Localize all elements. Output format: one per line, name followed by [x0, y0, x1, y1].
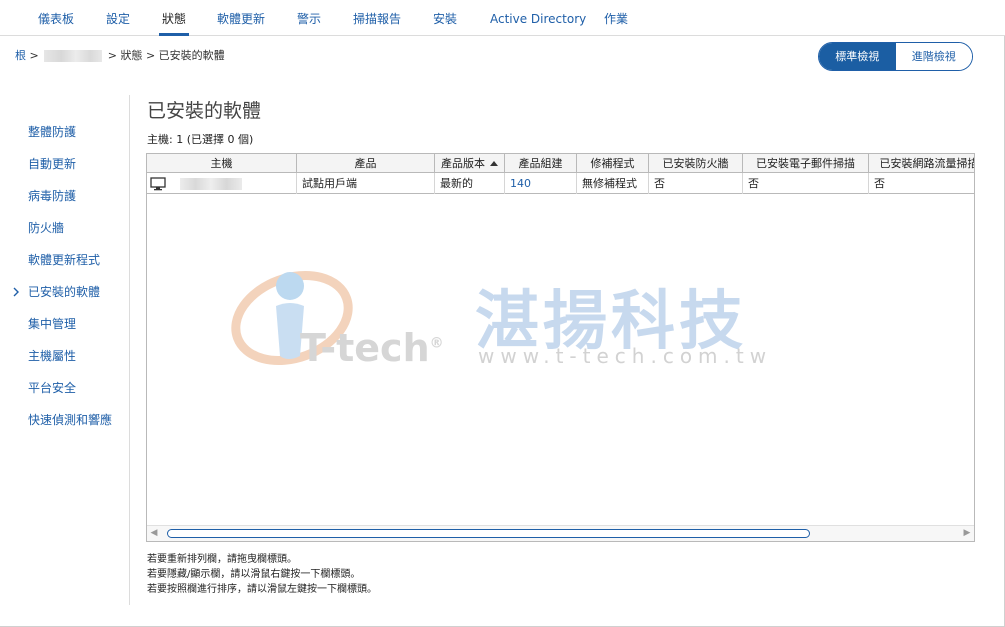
tab-status[interactable]: 狀態 [158, 0, 190, 36]
host-count-label: 主機: 1 (已選擇 0 個) [147, 133, 254, 146]
top-navigation: 儀表板 設定 狀態 軟體更新 警示 掃描報告 安裝 Active Directo… [0, 0, 1005, 36]
cell-traffic-scan: 否 [874, 177, 885, 190]
scroll-left-icon[interactable]: ◀ [147, 526, 161, 541]
cell-host [147, 173, 297, 194]
column-header-patch[interactable]: 修補程式 [577, 154, 649, 173]
table-row[interactable]: 試點用戶端 最新的 140 無修補程式 否 否 否 [147, 173, 974, 194]
sidebar-item-platform-security[interactable]: 平台安全 [28, 380, 76, 396]
table-header: 主機 產品 產品版本 產品組建 修補程式 已安裝防火牆 已安裝電子郵件掃描 已安… [147, 154, 975, 173]
breadcrumb-root[interactable]: 根 [15, 49, 26, 62]
tab-settings[interactable]: 設定 [106, 0, 130, 36]
tab-alerts[interactable]: 警示 [297, 0, 321, 36]
breadcrumb-separator: > [29, 49, 39, 62]
tab-operations[interactable]: 作業 [604, 0, 628, 36]
breadcrumb-redacted-domain [44, 50, 103, 62]
cell-email-scan: 否 [743, 173, 869, 194]
column-header-host[interactable]: 主機 [147, 154, 297, 173]
hint-sort: 若要按照欄進行排序，請以滑鼠左鍵按一下欄標頭。 [147, 584, 377, 595]
cell-product: 試點用戶端 [297, 173, 435, 194]
column-header-traffic-scan[interactable]: 已安裝網路流量掃描 [869, 154, 975, 173]
horizontal-scrollbar[interactable]: ◀ ▶ [147, 525, 974, 541]
page-title: 已安裝的軟體 [147, 100, 262, 122]
scrollbar-thumb[interactable] [167, 529, 810, 538]
view-toggle: 標準檢視 進階檢視 [818, 42, 973, 71]
column-header-firewall[interactable]: 已安裝防火牆 [649, 154, 743, 173]
app-frame: 儀表板 設定 狀態 軟體更新 警示 掃描報告 安裝 Active Directo… [0, 0, 1005, 627]
sidebar: 整體防護 自動更新 病毒防護 防火牆 軟體更新程式 已安裝的軟體 集中管理 主機… [0, 95, 130, 605]
sort-ascending-icon [490, 160, 498, 166]
column-header-label: 產品版本 [441, 157, 485, 170]
breadcrumb-status[interactable]: 狀態 [120, 49, 142, 62]
tab-dashboard[interactable]: 儀表板 [38, 0, 74, 36]
cell-patch: 無修補程式 [577, 173, 649, 194]
host-name-redacted [180, 178, 242, 190]
advanced-view-button[interactable]: 進階檢視 [895, 43, 972, 70]
tab-software-updates[interactable]: 軟體更新 [217, 0, 265, 36]
tab-active-directory[interactable]: Active Directory [490, 0, 586, 36]
hint-hide-show: 若要隱藏/顯示欄，請以滑鼠右鍵按一下欄標頭。 [147, 569, 361, 580]
sidebar-item-rapid-detection[interactable]: 快速偵測和響應 [28, 412, 112, 428]
sidebar-item-installed-software[interactable]: 已安裝的軟體 [28, 284, 100, 300]
hint-reorder: 若要重新排列欄，請拖曳欄標頭。 [147, 554, 297, 565]
sidebar-item-automatic-updates[interactable]: 自動更新 [28, 156, 76, 172]
table-hints: 若要重新排列欄，請拖曳欄標頭。 若要隱藏/顯示欄，請以滑鼠右鍵按一下欄標頭。 若… [147, 552, 377, 597]
breadcrumb-current: 已安裝的軟體 [158, 49, 225, 62]
column-header-product-version[interactable]: 產品版本 [435, 154, 505, 173]
column-header-email-scan[interactable]: 已安裝電子郵件掃描 [743, 154, 869, 173]
computer-monitor-icon [150, 177, 166, 191]
breadcrumb-separator: > [107, 49, 117, 62]
installed-software-table: 主機 產品 產品版本 產品組建 修補程式 已安裝防火牆 已安裝電子郵件掃描 已安… [146, 153, 975, 542]
cell-product-version: 最新的 [435, 173, 505, 194]
sidebar-item-overall-protection[interactable]: 整體防護 [28, 124, 76, 140]
sidebar-item-central-management[interactable]: 集中管理 [28, 316, 76, 332]
standard-view-button[interactable]: 標準檢視 [819, 43, 896, 70]
tab-scan-reports[interactable]: 掃描報告 [353, 0, 401, 36]
column-header-product-build[interactable]: 產品組建 [505, 154, 577, 173]
sidebar-item-software-updater[interactable]: 軟體更新程式 [28, 252, 100, 268]
breadcrumb-separator: > [145, 49, 156, 62]
chevron-right-icon [13, 287, 19, 297]
column-header-product[interactable]: 產品 [297, 154, 435, 173]
cell-product-build: 140 [505, 173, 577, 194]
tab-install[interactable]: 安裝 [433, 0, 457, 36]
breadcrumb: 根 > > 狀態 > 已安裝的軟體 [15, 48, 225, 64]
cell-firewall: 否 [649, 173, 743, 194]
sidebar-item-host-properties[interactable]: 主機屬性 [28, 348, 76, 364]
scroll-right-icon[interactable]: ▶ [960, 526, 974, 541]
sidebar-item-firewall[interactable]: 防火牆 [28, 220, 64, 236]
sidebar-item-virus-protection[interactable]: 病毒防護 [28, 188, 76, 204]
